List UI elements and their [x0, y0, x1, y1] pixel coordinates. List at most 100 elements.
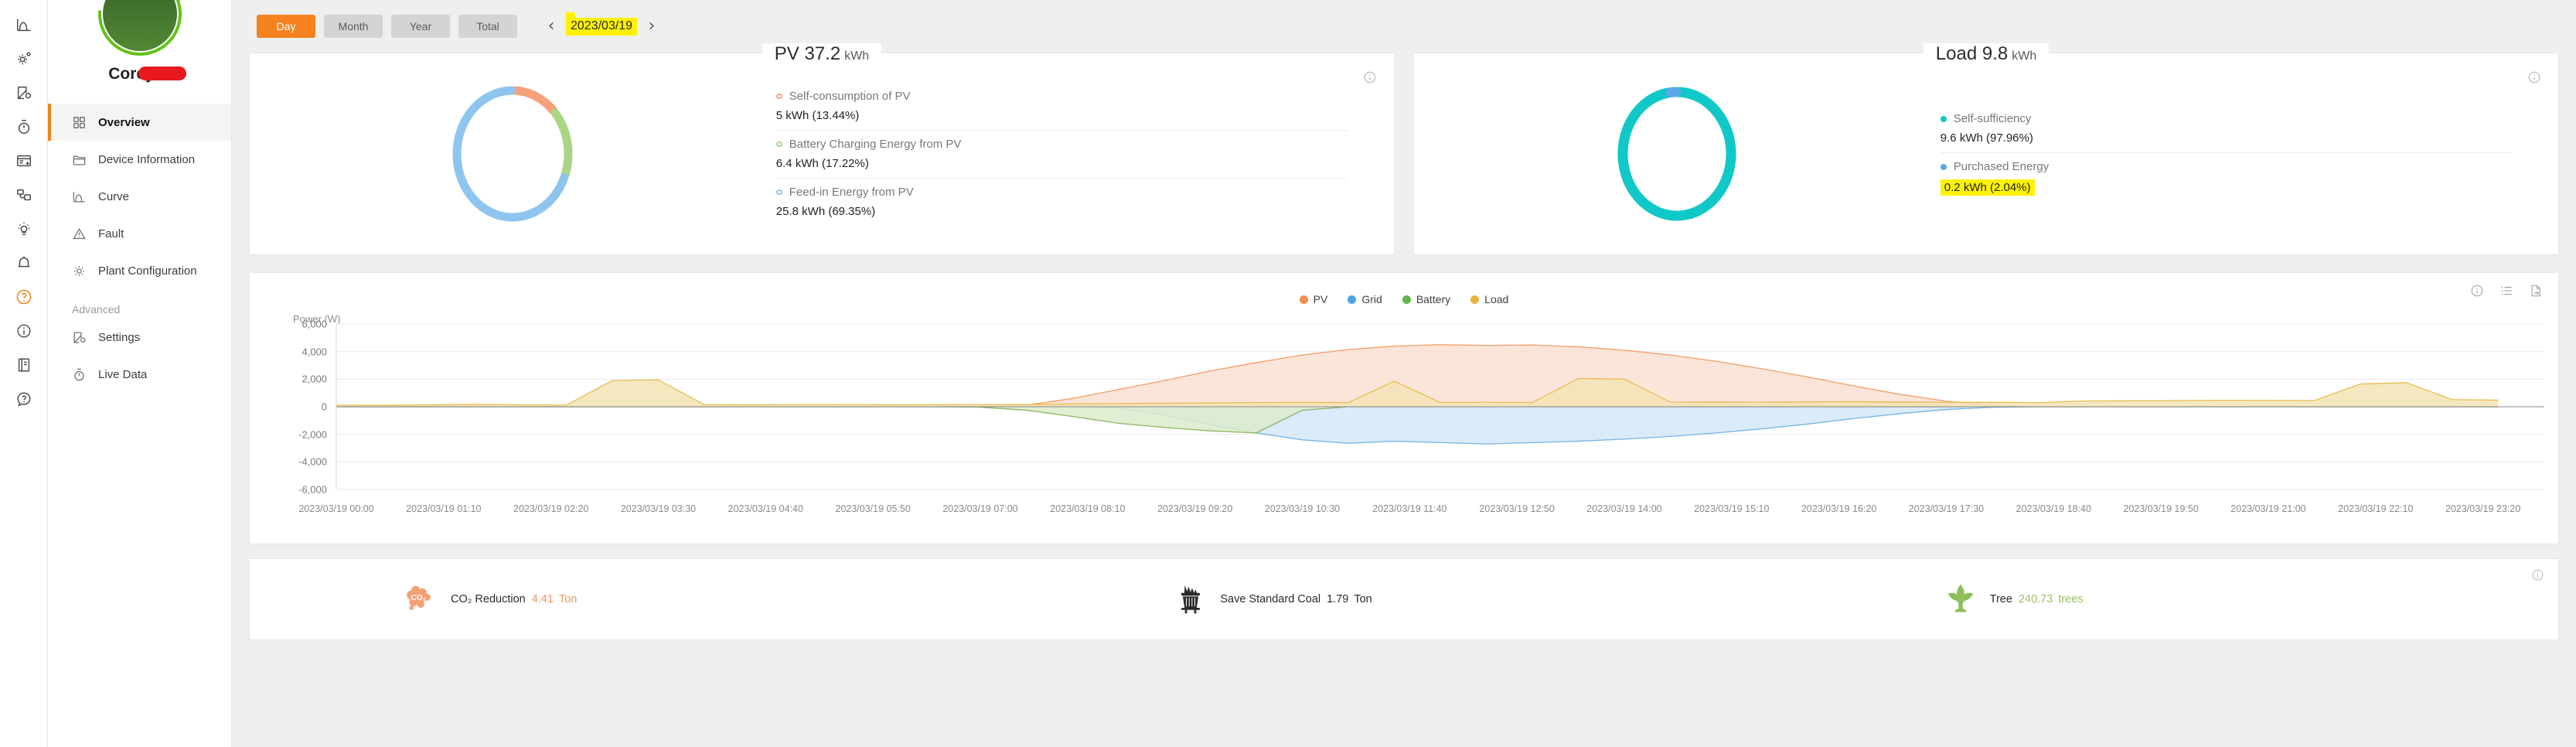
- report-alert-icon[interactable]: [9, 145, 39, 176]
- range-day-button[interactable]: Day: [257, 15, 315, 38]
- x-axis-tick: 2023/03/19 00:00: [298, 503, 374, 514]
- stat-unit: trees: [2058, 593, 2084, 605]
- x-axis-tick: 2023/03/19 14:00: [1586, 503, 1662, 514]
- sidebar-item-curve[interactable]: Curve: [48, 178, 231, 215]
- legend-value: 6.4 kWh (17.22%): [775, 156, 869, 170]
- load-card: Load 9.8 kWh Self-sufficiency 9.6 kWh (9…: [1413, 43, 2559, 255]
- sidebar-item-device-information[interactable]: Device Information: [48, 141, 231, 178]
- stats-info-icon[interactable]: [2531, 568, 2544, 585]
- legend-value: 25.8 kWh (69.35%): [775, 204, 876, 218]
- load-donut-chart: [1617, 87, 1736, 221]
- pv-card-info-icon[interactable]: [1363, 70, 1377, 88]
- sidebar-item-settings[interactable]: Settings: [48, 319, 231, 356]
- pv-donut-wrap: [250, 53, 776, 254]
- sidebar-item-label: Overview: [98, 115, 150, 129]
- sidebar-item-plant-configuration[interactable]: Plant Configuration: [48, 252, 231, 289]
- next-date-button[interactable]: ›: [643, 15, 660, 38]
- power-chart-panel: PV Grid Battery Load Power (W) 6,000 4,00…: [249, 272, 2559, 544]
- document-icon[interactable]: [9, 350, 39, 380]
- sidebar-item-overview[interactable]: Overview: [48, 104, 231, 141]
- stat-co2-reduction: CO₂ CO₂ Reduction 4.41 Ton: [250, 582, 1019, 616]
- stat-value: 1.79: [1327, 593, 1349, 605]
- device-config-icon[interactable]: [9, 77, 39, 108]
- load-donut-wrap: [1414, 53, 1941, 254]
- info-circle-icon[interactable]: [2470, 284, 2484, 298]
- x-axis-tick: 2023/03/19 04:40: [727, 503, 803, 514]
- x-axis-tick: 2023/03/19 07:00: [942, 503, 1018, 514]
- bell-icon[interactable]: [9, 247, 39, 278]
- load-card-title-text: Load 9.8: [1935, 43, 2009, 64]
- sidebar-nav: Overview Device Information Curve Fault …: [48, 104, 231, 393]
- chart-legend-label: Load: [1484, 293, 1509, 305]
- stat-unit: Ton: [1354, 593, 1372, 605]
- chart-legend-item-load[interactable]: Load: [1470, 293, 1508, 305]
- load-card-info-icon[interactable]: [2527, 70, 2541, 88]
- legend-item: Purchased Energy 0.2 kWh (2.04%): [1940, 152, 2512, 203]
- curve-icon[interactable]: [9, 9, 39, 40]
- chart-legend-item-grid[interactable]: Grid: [1348, 293, 1382, 305]
- environmental-stats-bar: CO₂ CO₂ Reduction 4.41 Ton Save Standard…: [249, 558, 2559, 640]
- sidebar-item-label: Plant Configuration: [98, 264, 197, 278]
- x-axis-tick: 2023/03/19 09:20: [1157, 503, 1233, 514]
- x-axis-tick: 2023/03/19 12:50: [1479, 503, 1555, 514]
- stat-unit: Ton: [558, 593, 578, 605]
- legend-label: Self-sufficiency: [1953, 112, 2032, 125]
- x-axis-tick: 2023/03/19 10:30: [1264, 503, 1341, 514]
- legend-head: Feed-in Energy from PV: [775, 185, 1348, 199]
- range-toolbar: Day Month Year Total ‹ 2023/03/19 ›: [249, 0, 2559, 53]
- x-axis-tick: 2023/03/19 15:10: [1694, 503, 1770, 514]
- export-icon[interactable]: [2529, 284, 2543, 298]
- chart-legend-label: Battery: [1416, 293, 1451, 305]
- settings-edit-icon: [73, 332, 86, 343]
- x-axis-tick: 2023/03/19 03:30: [620, 503, 697, 514]
- list-icon[interactable]: [2499, 284, 2513, 298]
- legend-label: Self-consumption of PV: [789, 89, 911, 103]
- pv-card-unit: kWh: [844, 49, 870, 63]
- legend-dot-battery-charging: [775, 141, 782, 147]
- chart-toolbar: [2470, 284, 2543, 298]
- summary-cards: PV 37.2 kWh Self-consumption of PV 5 kWh…: [249, 43, 2559, 255]
- tree-icon: [1947, 584, 1974, 612]
- pv-card-title: PV 37.2 kWh: [762, 43, 882, 65]
- chart-legend-item-pv[interactable]: PV: [1299, 293, 1327, 305]
- current-date[interactable]: 2023/03/19: [566, 12, 638, 36]
- stat-text: Tree 240.73 trees: [1990, 593, 2084, 605]
- x-axis-tick: 2023/03/19 18:40: [2015, 503, 2091, 514]
- folder-icon: [73, 155, 86, 165]
- sidebar-item-fault[interactable]: Fault: [48, 215, 231, 252]
- settings-gear-icon[interactable]: [9, 43, 39, 74]
- x-axis-tick: 2023/03/19 16:20: [1801, 503, 1877, 514]
- timer-icon[interactable]: [9, 111, 39, 142]
- app-root: Corey R Overview Device Information Curv…: [0, 0, 2576, 747]
- x-axis-tick: 2023/03/19 21:00: [2230, 503, 2306, 514]
- legend-label: Feed-in Energy from PV: [789, 185, 914, 199]
- legend-head: Battery Charging Energy from PV: [775, 138, 1348, 151]
- range-total-button[interactable]: Total: [458, 15, 517, 38]
- legend-item: Self-sufficiency 9.6 kWh (97.96%): [1940, 105, 2512, 152]
- help-circle-icon[interactable]: [9, 281, 39, 312]
- icon-rail: [0, 0, 48, 747]
- profile-name: Corey R: [104, 65, 186, 87]
- chart-legend-item-battery[interactable]: Battery: [1402, 293, 1450, 305]
- question-bubble-icon[interactable]: [9, 384, 39, 414]
- range-year-button[interactable]: Year: [391, 15, 450, 38]
- legend-dot-self-sufficiency: [1940, 115, 1947, 122]
- range-month-button[interactable]: Month: [324, 15, 383, 38]
- avatar: [80, 0, 199, 73]
- stat-label: Tree: [1989, 593, 2012, 605]
- legend-dot-grid: [1348, 295, 1357, 304]
- legend-item: Battery Charging Energy from PV 6.4 kWh …: [775, 129, 1348, 178]
- legend-dot-feed-in: [775, 189, 782, 195]
- sidebar-item-label: Settings: [98, 330, 141, 344]
- co2-cloud-icon: CO₂: [407, 585, 431, 610]
- lightbulb-icon[interactable]: [9, 213, 39, 244]
- legend-value: 5 kWh (13.44%): [775, 108, 860, 122]
- prev-date-button[interactable]: ‹: [543, 15, 560, 38]
- warning-triangle-icon: [73, 227, 86, 239]
- devices-icon[interactable]: [9, 179, 39, 210]
- svg-text:CO₂: CO₂: [411, 594, 427, 602]
- stat-tree: Tree 240.73 trees: [1789, 582, 2558, 616]
- info-circle-icon[interactable]: [9, 316, 39, 346]
- date-navigator: ‹ 2023/03/19 ›: [543, 12, 660, 38]
- sidebar-item-live-data[interactable]: Live Data: [48, 356, 231, 393]
